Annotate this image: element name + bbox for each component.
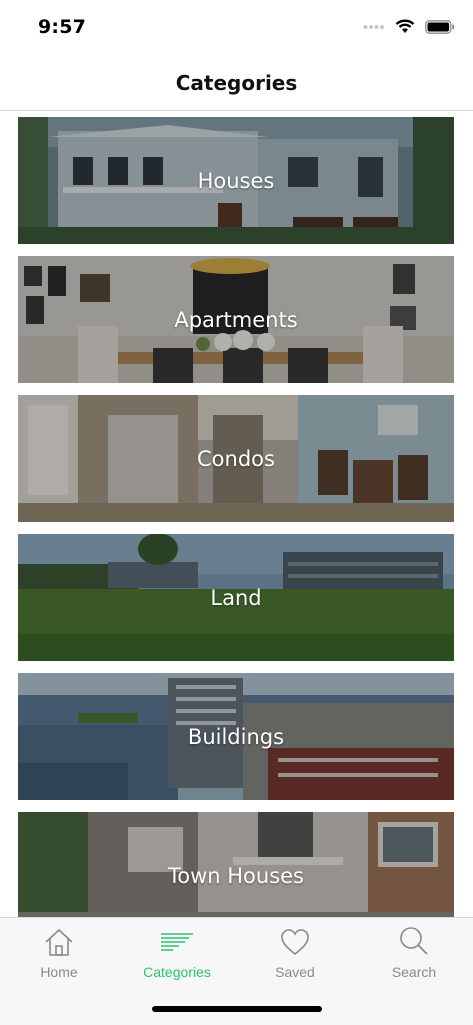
tab-home[interactable]: Home (0, 924, 118, 994)
category-label: Apartments (174, 307, 298, 332)
tab-label: Home (40, 964, 78, 980)
home-icon (45, 928, 73, 956)
tab-search[interactable]: Search (355, 924, 473, 994)
category-card-town-houses[interactable]: Town Houses (18, 812, 454, 917)
category-label: Land (210, 585, 262, 610)
category-card-apartments[interactable]: Apartments (18, 256, 454, 383)
battery-icon (425, 19, 455, 34)
heart-icon (281, 929, 309, 956)
category-list[interactable]: Houses Apartments Condos Land Buildings … (18, 117, 454, 917)
category-card-land[interactable]: Land (18, 534, 454, 661)
category-label: Houses (197, 168, 275, 193)
tab-label: Saved (275, 964, 315, 980)
wifi-icon (395, 19, 415, 33)
navigation-bar: Categories (0, 56, 473, 111)
category-card-condos[interactable]: Condos (18, 395, 454, 522)
category-label: Town Houses (167, 863, 305, 888)
category-label: Condos (197, 446, 275, 471)
categories-icon (161, 933, 193, 951)
tab-label: Categories (143, 964, 211, 980)
status-icons (363, 19, 455, 34)
page-title: Categories (175, 71, 298, 95)
home-indicator[interactable] (152, 1006, 322, 1012)
status-bar: 9:57 (0, 0, 473, 56)
status-time: 9:57 (38, 16, 87, 38)
tab-label: Search (391, 964, 437, 980)
tab-categories[interactable]: Categories (118, 924, 236, 994)
category-card-buildings[interactable]: Buildings (18, 673, 454, 800)
tab-saved[interactable]: Saved (236, 924, 354, 994)
category-label: Buildings (187, 724, 285, 749)
search-icon (400, 927, 428, 955)
cellular-signal-icon (363, 24, 384, 29)
category-card-houses[interactable]: Houses (18, 117, 454, 244)
